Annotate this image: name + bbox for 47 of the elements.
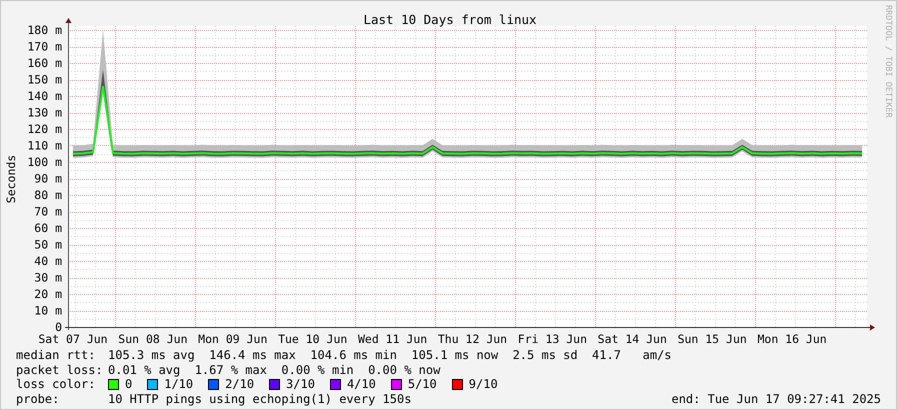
swatch-label: 9/10 [468,377,498,392]
swatch-label: 4/10 [346,377,376,392]
y-tick-label: 100 m [27,155,62,169]
x-tick-label: Sat 07 Jun [38,332,108,344]
legend-label: probe: [16,392,60,406]
swatch-label: 5/10 [408,377,437,392]
loss-stats: 0.01 % avg 1.67 % max 0.00 % min 0.00 % now [108,362,440,377]
swatch-label: 0 [125,377,132,392]
y-tick-label: 130 m [27,106,62,120]
swatch-label: 1/10 [164,377,194,392]
swatch-label: 2/10 [225,377,254,392]
y-tick-label: 140 m [27,89,62,103]
y-tick-label: 180 m [27,23,62,37]
x-tick-label: Sun 08 Jun [118,332,188,344]
y-tick-label: 150 m [27,72,62,86]
legend-label: median rtt: [16,348,96,362]
y-tick-label: 30 m [34,270,62,284]
x-tick-label: Mon 09 Jun [198,332,268,344]
y-tick-label: 70 m [34,204,62,218]
x-tick-label: Fri 13 Jun [518,332,588,344]
credit-text: RRDTOOL / TOBI OETIKER [883,5,893,118]
y-tick-label: 50 m [34,238,62,252]
y-tick-label: 170 m [27,40,62,54]
x-tick-label: Mon 16 Jun [757,332,827,344]
x-tick-label: Thu 12 Jun [438,332,508,344]
x-tick-label: Sun 15 Jun [678,332,747,344]
swatch-label: 3/10 [286,377,315,392]
graph-title: Last 10 Days from linux [363,12,537,27]
y-tick-label: 0 [55,320,62,334]
y-tick-label: 90 m [34,172,62,186]
y-tick-label: 110 m [27,138,62,152]
y-tick-label: 40 m [34,254,62,268]
y-tick-label: 10 m [34,304,62,318]
y-tick-label: 60 m [34,221,62,235]
end-time: end: Tue Jun 17 09:27:41 2025 [671,392,881,406]
rtt-stats: 105.3 ms avg 146.4 ms max 104.6 ms min 105.1 ms now 2.5 ms sd 41.7 am/s [108,348,672,362]
y-axis-label: Seconds [4,154,18,204]
y-tick-label: 80 m [34,188,62,202]
legend-label: loss color: [16,377,96,392]
legend-label: packet loss: [16,362,104,377]
x-tick-label: Wed 11 Jun [358,332,428,344]
x-tick-label: Sat 14 Jun [598,332,667,344]
y-tick-label: 20 m [34,287,62,301]
probe-text: 10 HTTP pings using echoping(1) every 150s [108,392,412,406]
y-tick-label: 120 m [27,122,62,136]
y-tick-label: 160 m [27,56,62,70]
x-tick-label: Tue 10 Jun [278,332,348,344]
